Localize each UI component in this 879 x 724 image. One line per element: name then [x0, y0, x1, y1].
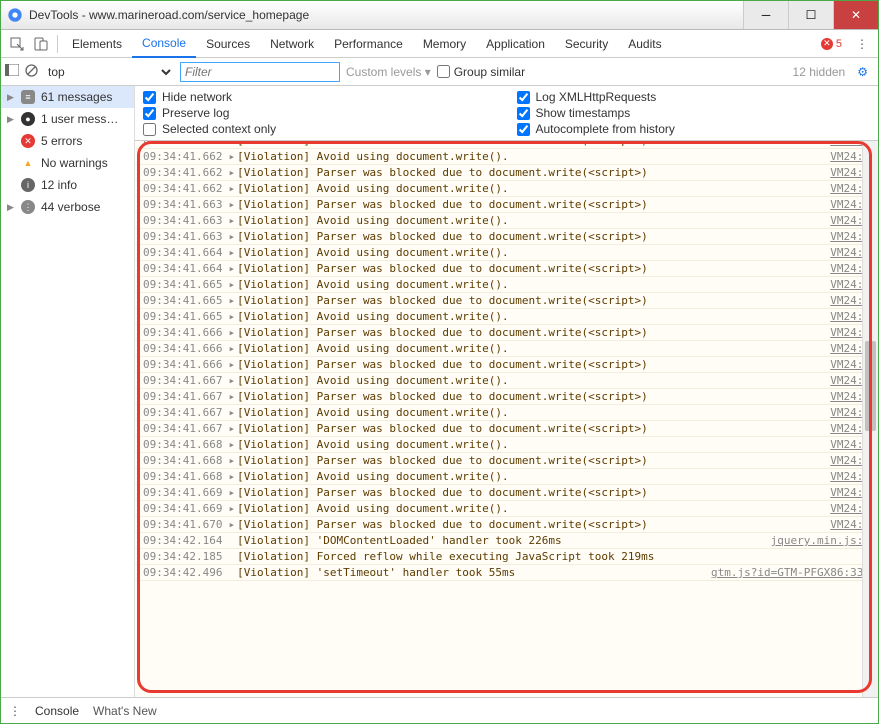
console-settings-panel: Hide network Log XMLHttpRequests Preserv… [135, 86, 878, 141]
log-row[interactable]: 09:34:41.667▸[Violation] Avoid using doc… [135, 405, 878, 421]
log-row[interactable]: 09:34:41.668▸[Violation] Avoid using doc… [135, 469, 878, 485]
log-row[interactable]: 09:34:41.665▸[Violation] Parser was bloc… [135, 293, 878, 309]
chrome-icon [7, 7, 23, 23]
scrollbar[interactable] [862, 141, 878, 697]
tab-application[interactable]: Application [476, 30, 555, 58]
tab-network[interactable]: Network [260, 30, 324, 58]
filter-input[interactable] [180, 62, 340, 82]
log-row[interactable]: 09:34:41.665▸[Violation] Avoid using doc… [135, 309, 878, 325]
error-count-badge[interactable]: ✕5 [821, 38, 842, 50]
log-row[interactable]: 09:34:41.662▸[Violation] Parser was bloc… [135, 165, 878, 181]
sidebar-item[interactable]: ✕5 errors [1, 130, 134, 152]
sidebar-toggle-icon[interactable] [5, 64, 19, 79]
log-xhr-checkbox[interactable]: Log XMLHttpRequests [517, 90, 871, 104]
hidden-count[interactable]: 12 hidden [793, 65, 846, 79]
clear-console-icon[interactable] [25, 64, 38, 80]
hide-network-checkbox[interactable]: Hide network [143, 90, 497, 104]
window-title: DevTools - www.marineroad.com/service_ho… [29, 8, 743, 22]
tab-sources[interactable]: Sources [196, 30, 260, 58]
close-button[interactable]: ✕ [833, 1, 878, 29]
log-row[interactable]: 09:34:41.669▸[Violation] Avoid using doc… [135, 501, 878, 517]
tab-performance[interactable]: Performance [324, 30, 413, 58]
log-row[interactable]: 09:34:41.668▸[Violation] Avoid using doc… [135, 437, 878, 453]
log-row[interactable]: 09:34:41.664▸[Violation] Parser was bloc… [135, 261, 878, 277]
console-log-area[interactable]: 09:34:41.661▸[Violation] Parser was bloc… [135, 141, 878, 697]
sidebar-item[interactable]: ▶●1 user mess… [1, 108, 134, 130]
console-sidebar: ▶≡61 messages▶●1 user mess…✕5 errors▲No … [1, 86, 135, 697]
drawer-tab-whatsnew[interactable]: What's New [93, 704, 157, 718]
log-row[interactable]: 09:34:42.185 [Violation] Forced reflow w… [135, 549, 878, 565]
devtools-tabs: ElementsConsoleSourcesNetworkPerformance… [1, 30, 878, 58]
divider [57, 35, 58, 53]
show-timestamps-checkbox[interactable]: Show timestamps [517, 106, 871, 120]
group-similar-checkbox[interactable]: Group similar [437, 65, 525, 79]
log-row[interactable]: 09:34:41.667▸[Violation] Parser was bloc… [135, 389, 878, 405]
console-toolbar: top Custom levels ▾ Group similar 12 hid… [1, 58, 878, 86]
minimize-button[interactable]: ─ [743, 1, 788, 29]
drawer-menu-icon[interactable]: ⋮ [9, 704, 21, 718]
log-row[interactable]: 09:34:41.670▸[Violation] Parser was bloc… [135, 517, 878, 533]
log-row[interactable]: 09:34:42.164 [Violation] 'DOMContentLoad… [135, 533, 878, 549]
context-selector[interactable]: top [44, 64, 174, 80]
selected-context-checkbox[interactable]: Selected context only [143, 122, 497, 136]
log-row[interactable]: 09:34:41.666▸[Violation] Parser was bloc… [135, 357, 878, 373]
maximize-button[interactable]: ☐ [788, 1, 833, 29]
log-row[interactable]: 09:34:41.667▸[Violation] Parser was bloc… [135, 421, 878, 437]
inspect-icon[interactable] [5, 32, 29, 56]
log-row[interactable]: 09:34:41.667▸[Violation] Avoid using doc… [135, 373, 878, 389]
preserve-log-checkbox[interactable]: Preserve log [143, 106, 497, 120]
log-row[interactable]: 09:34:41.665▸[Violation] Avoid using doc… [135, 277, 878, 293]
device-toggle-icon[interactable] [29, 32, 53, 56]
window-titlebar: DevTools - www.marineroad.com/service_ho… [1, 1, 878, 30]
tab-security[interactable]: Security [555, 30, 618, 58]
sidebar-item[interactable]: ▲No warnings [1, 152, 134, 174]
log-row[interactable]: 09:34:42.496 [Violation] 'setTimeout' ha… [135, 565, 878, 581]
drawer-tabs: ⋮ Console What's New [1, 697, 878, 723]
tab-memory[interactable]: Memory [413, 30, 476, 58]
drawer-tab-console[interactable]: Console [35, 704, 79, 718]
log-row[interactable]: 09:34:41.663▸[Violation] Parser was bloc… [135, 229, 878, 245]
log-row[interactable]: 09:34:41.669▸[Violation] Parser was bloc… [135, 485, 878, 501]
sidebar-item[interactable]: ▶⋮44 verbose [1, 196, 134, 218]
log-row[interactable]: 09:34:41.661▸[Violation] Parser was bloc… [135, 141, 878, 149]
more-icon[interactable]: ⋮ [850, 32, 874, 56]
log-row[interactable]: 09:34:41.668▸[Violation] Parser was bloc… [135, 453, 878, 469]
log-row[interactable]: 09:34:41.662▸[Violation] Avoid using doc… [135, 149, 878, 165]
sidebar-item[interactable]: ▶≡61 messages [1, 86, 134, 108]
log-row[interactable]: 09:34:41.664▸[Violation] Avoid using doc… [135, 245, 878, 261]
levels-dropdown[interactable]: Custom levels ▾ [346, 65, 431, 79]
gear-icon[interactable]: ⚙ [851, 65, 874, 79]
tab-audits[interactable]: Audits [618, 30, 671, 58]
log-row[interactable]: 09:34:41.666▸[Violation] Parser was bloc… [135, 325, 878, 341]
log-row[interactable]: 09:34:41.663▸[Violation] Avoid using doc… [135, 213, 878, 229]
log-row[interactable]: 09:34:41.666▸[Violation] Avoid using doc… [135, 341, 878, 357]
log-row[interactable]: 09:34:41.663▸[Violation] Parser was bloc… [135, 197, 878, 213]
log-row[interactable]: 09:34:41.662▸[Violation] Avoid using doc… [135, 181, 878, 197]
autocomplete-checkbox[interactable]: Autocomplete from history [517, 122, 871, 136]
tab-console[interactable]: Console [132, 30, 196, 58]
sidebar-item[interactable]: i12 info [1, 174, 134, 196]
tab-elements[interactable]: Elements [62, 30, 132, 58]
